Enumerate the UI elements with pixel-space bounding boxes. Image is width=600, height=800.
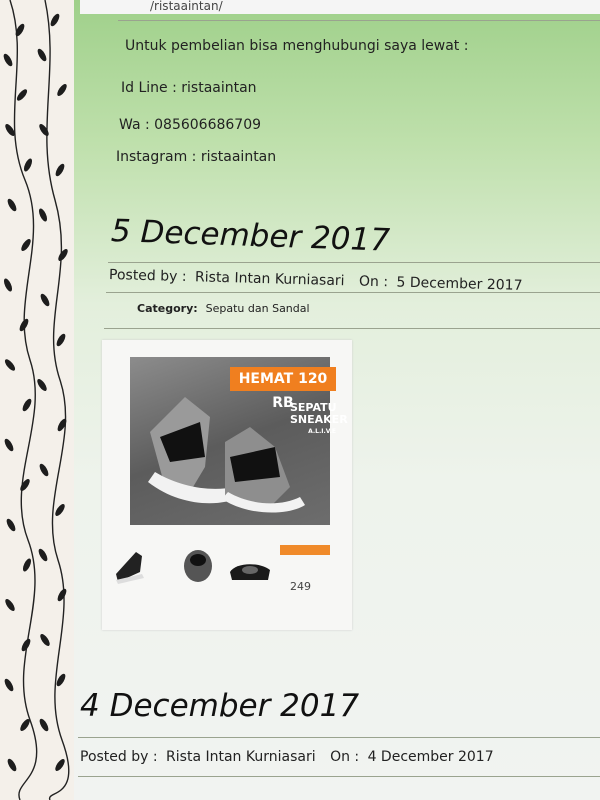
divider (108, 262, 600, 263)
on-label: On : (330, 749, 360, 765)
thumbnail-3[interactable] (226, 542, 272, 588)
post-author[interactable]: Rista Intan Kurniasari (166, 749, 316, 765)
post-meta: Posted by : Rista Intan Kurniasari On : … (80, 749, 498, 765)
price-tab (280, 545, 330, 555)
divider (78, 737, 600, 738)
contact-wa: Wa : 085606686709 (119, 117, 262, 133)
divider (118, 20, 600, 21)
divider (78, 776, 600, 777)
leaf-pattern-icon (3, 0, 70, 800)
post-date: 5 December 2017 (396, 274, 523, 294)
sneaker-thumb-icon (184, 550, 212, 582)
product-price: 249 (290, 580, 311, 593)
leaf-pattern-sidebar (0, 0, 74, 800)
sneaker-thumb-icon (116, 552, 144, 584)
contact-line: Id Line : ristaaintan (121, 80, 257, 96)
post-date: 4 December 2017 (367, 749, 494, 765)
url-bar[interactable]: /ristaaintan/ (80, 0, 600, 14)
post-date-heading[interactable]: 4 December 2017 (80, 688, 359, 724)
sneaker-thumb-icon (230, 564, 270, 580)
promo-title-line3: A.L.I.V.E (308, 428, 336, 435)
screen: /ristaaintan/ Untuk pembelian bisa mengh… (0, 0, 600, 800)
thumbnail-2[interactable] (174, 542, 220, 588)
posted-by-label: Posted by : (80, 749, 158, 765)
contact-instagram: Instagram : ristaaintan (116, 149, 277, 165)
contact-intro: Untuk pembelian bisa menghubungi saya le… (125, 38, 469, 54)
post-category: Category: Sepatu dan Sandal (137, 302, 310, 315)
divider (106, 292, 600, 293)
on-label: On : (358, 273, 389, 291)
divider (104, 328, 600, 329)
promo-banner: HEMAT 120 RB (230, 367, 336, 411)
thumbnail-1[interactable] (112, 542, 158, 588)
category-link[interactable]: Sepatu dan Sandal (206, 302, 310, 315)
category-label: Category: (137, 302, 198, 315)
url-text: /ristaaintan/ (150, 0, 223, 13)
posted-by-label: Posted by : (108, 267, 187, 286)
promo-title-line2: SNEAKER (290, 413, 348, 426)
promo-title: SEPATU SNEAKER A.L.I.V.E (290, 402, 348, 438)
